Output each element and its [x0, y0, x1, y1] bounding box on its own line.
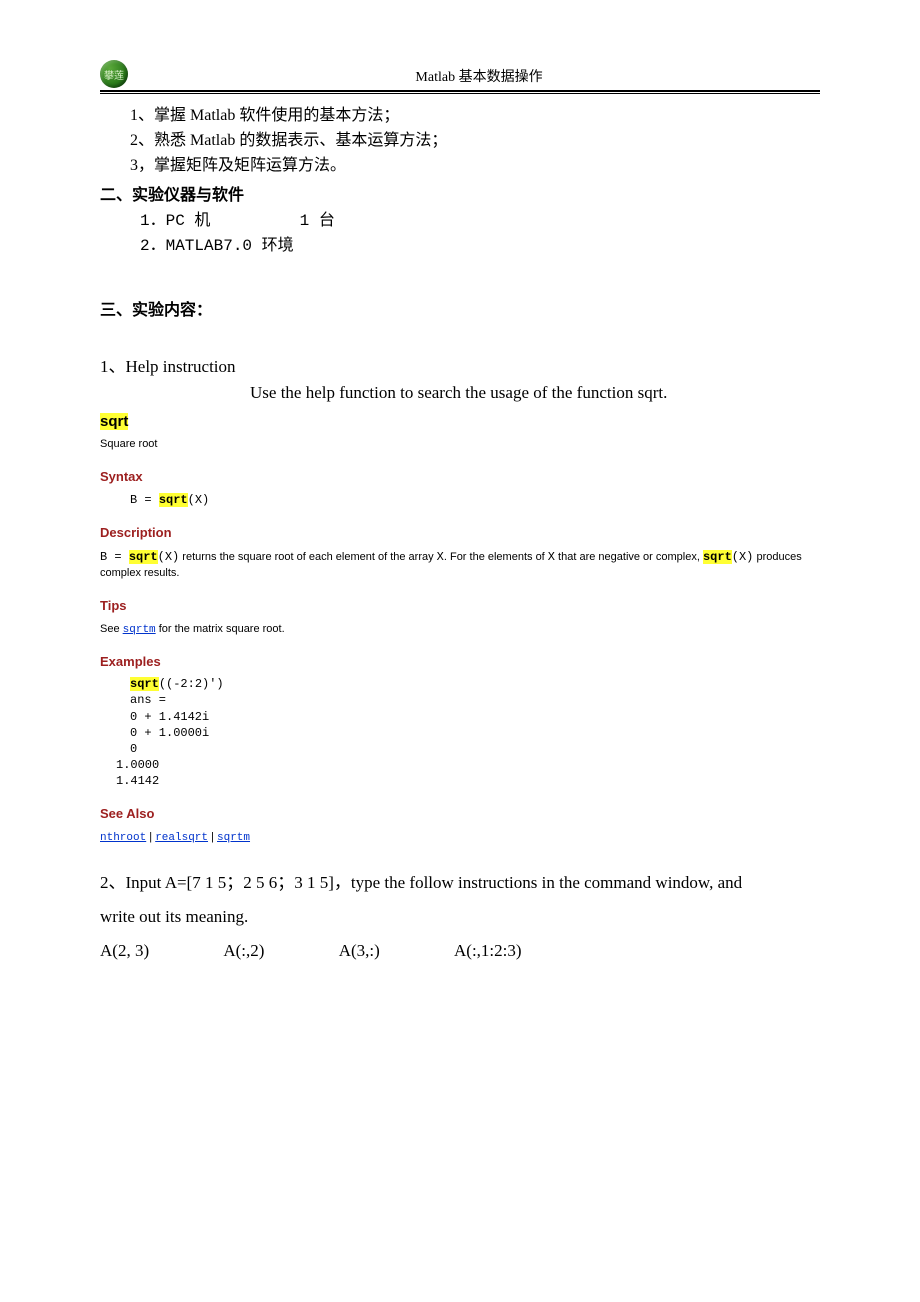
doc-seealso-heading: See Also [100, 804, 820, 824]
header-rule-thick [100, 90, 820, 92]
expr-a23: A(2, 3) [100, 938, 149, 964]
doc-tips-heading: Tips [100, 596, 820, 616]
syntax-post: (X) [188, 493, 210, 507]
question-2-line2: write out its meaning. [100, 907, 248, 926]
question-1-title: 1、Help instruction [100, 354, 820, 380]
equip-pc-qty: 1 台 [300, 212, 335, 230]
ex-line-6: 1.4142 [116, 773, 820, 789]
expr-arow3: A(3,:) [339, 938, 380, 964]
syntax-fn: sqrt [159, 493, 188, 507]
question-2-line1: 2、Input A=[7 1 5；2 5 6；3 1 5]，type the f… [100, 873, 742, 892]
logo-badge: 攀莲 [100, 60, 128, 88]
seealso-link-sqrtm[interactable]: sqrtm [217, 832, 250, 844]
ex-line-4: 0 [130, 741, 820, 757]
ex-line-3: 0 + 1.0000i [130, 725, 820, 741]
ex-arg: ((-2:2)') [159, 677, 224, 691]
doc-description-heading: Description [100, 523, 820, 543]
ex-line-1: ans = [130, 692, 820, 708]
doc-fn-name: sqrt [100, 413, 128, 430]
seealso-sep1: | [146, 831, 155, 843]
doc-examples-heading: Examples [100, 652, 820, 672]
ex-fn: sqrt [130, 677, 159, 691]
desc-mid1: (X) [158, 550, 180, 564]
desc-text2: . For the elements of [444, 551, 548, 563]
section-3-heading: 三、实验内容： [100, 299, 820, 324]
desc-text1: returns the square root of each element … [179, 551, 436, 563]
doc-fn-subtitle: Square root [100, 436, 820, 453]
question-1-instruction: Use the help function to search the usag… [100, 380, 820, 406]
seealso-link-nthroot[interactable]: nthroot [100, 832, 146, 844]
desc-fn: sqrt [129, 550, 158, 564]
seealso-sep2: | [208, 831, 217, 843]
syntax-pre: B = [130, 493, 159, 507]
ex-line-2: 0 + 1.4142i [130, 709, 820, 725]
equip-matlab: 2．MATLAB7.0 环境 [140, 234, 820, 259]
goal-item-2: 2、熟悉 Matlab 的数据表示、基本运算方法； [130, 129, 820, 154]
desc-fn2: sqrt [703, 550, 732, 564]
doc-syntax-heading: Syntax [100, 467, 820, 487]
desc-x2: X [548, 550, 555, 564]
desc-x1: X [437, 550, 444, 564]
tips-post: for the matrix square root. [156, 623, 285, 635]
goal-item-3: 3，掌握矩阵及矩阵运算方法。 [130, 154, 820, 179]
desc-pre: B = [100, 550, 129, 564]
desc-text3: that are negative or complex, [555, 551, 703, 563]
header-rule-thin [100, 93, 820, 94]
ex-line-5: 1.0000 [116, 757, 820, 773]
tips-link-sqrtm[interactable]: sqrtm [123, 624, 156, 636]
tips-pre: See [100, 623, 123, 635]
section-2-heading: 二、实验仪器与软件 [100, 184, 820, 209]
goal-item-1: 1、掌握 Matlab 软件使用的基本方法； [130, 104, 820, 129]
page-header-title: Matlab 基本数据操作 [138, 66, 820, 88]
expr-astride: A(:,1:2:3) [454, 938, 522, 964]
equip-pc-label: 1．PC 机 [140, 212, 210, 230]
seealso-link-realsqrt[interactable]: realsqrt [155, 832, 208, 844]
expr-acol2: A(:,2) [223, 938, 264, 964]
desc-post2: (X) [732, 550, 754, 564]
